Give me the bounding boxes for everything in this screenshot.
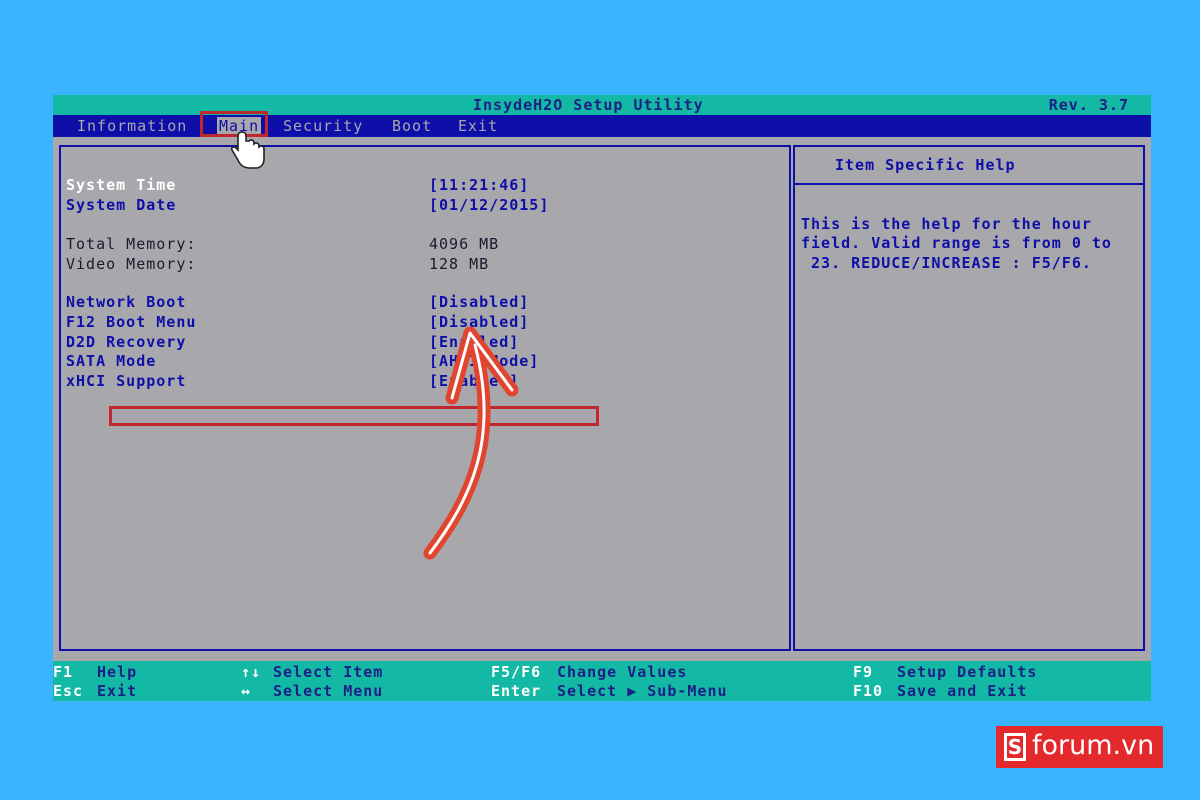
bios-screen: InsydeH2O Setup Utility Rev. 3.7 Informa… (53, 95, 1151, 701)
main-tab-highlight-box (200, 111, 268, 137)
total-memory-value: 4096 MB (429, 235, 500, 253)
f9-key: F9 (853, 663, 874, 681)
save-and-exit-label: Save and Exit (897, 682, 1028, 700)
f5f6-key: F5/F6 (491, 663, 542, 681)
f10-key: F10 (853, 682, 884, 700)
xhci-support-label[interactable]: xHCI Support (66, 372, 186, 390)
system-time-label[interactable]: System Time (66, 176, 176, 194)
sata-mode-label[interactable]: SATA Mode (66, 352, 156, 370)
help-title: Item Specific Help (795, 147, 1143, 185)
total-memory-label: Total Memory: (66, 235, 197, 253)
sforum-logo-text: forum.vn (1032, 730, 1155, 761)
setup-defaults-label: Setup Defaults (897, 663, 1038, 681)
video-memory-value: 128 MB (429, 255, 490, 273)
sforum-logo-mark: S (1004, 733, 1026, 761)
menu-boot[interactable]: Boot (392, 117, 432, 135)
d2d-recovery-label[interactable]: D2D Recovery (66, 333, 186, 351)
updown-arrows-icon: ↑↓ (241, 663, 262, 681)
select-item-label: Select Item (273, 663, 384, 681)
esc-key: Esc (53, 682, 84, 700)
help-line-1: This is the help for the hour (801, 215, 1092, 233)
select-menu-label: Select Menu (273, 682, 384, 700)
f12-row-highlight-box (109, 406, 599, 426)
menu-exit[interactable]: Exit (458, 117, 498, 135)
network-boot-value[interactable]: [Disabled] (429, 293, 529, 311)
revision-label: Rev. 3.7 (1048, 96, 1129, 114)
sforum-logo: S forum.vn (996, 726, 1163, 768)
key-legend-footer: F1 Help Esc Exit ↑↓ Select Item ↔ Select… (53, 661, 1151, 701)
help-panel: Item Specific Help This is the help for … (793, 145, 1145, 651)
xhci-support-value[interactable]: [Enabled] (429, 372, 519, 390)
settings-panel: System Time [11:21:46] System Date [01/1… (59, 145, 791, 651)
esc-exit-label: Exit (97, 682, 138, 700)
sata-mode-value[interactable]: [AHCI Mode] (429, 352, 539, 370)
system-time-value[interactable]: [11:21:46] (429, 176, 529, 194)
video-memory-label: Video Memory: (66, 255, 197, 273)
system-date-value[interactable]: [01/12/2015] (429, 196, 549, 214)
network-boot-label[interactable]: Network Boot (66, 293, 186, 311)
f12-boot-menu-value[interactable]: [Disabled] (429, 313, 529, 331)
help-line-2: field. Valid range is from 0 to (801, 234, 1112, 252)
enter-key: Enter (491, 682, 542, 700)
f1-key: F1 (53, 663, 74, 681)
leftright-arrows-icon: ↔ (241, 682, 252, 700)
system-date-label[interactable]: System Date (66, 196, 176, 214)
menu-security[interactable]: Security (283, 117, 363, 135)
menu-information[interactable]: Information (77, 117, 187, 135)
select-submenu-label: Select ▶ Sub-Menu (557, 682, 728, 700)
app-title: InsydeH2O Setup Utility (473, 96, 704, 114)
change-values-label: Change Values (557, 663, 688, 681)
f1-help-label: Help (97, 663, 138, 681)
help-line-3: 23. REDUCE/INCREASE : F5/F6. (801, 254, 1092, 272)
d2d-recovery-value[interactable]: [Enabled] (429, 333, 519, 351)
f12-boot-menu-label[interactable]: F12 Boot Menu (66, 313, 196, 331)
